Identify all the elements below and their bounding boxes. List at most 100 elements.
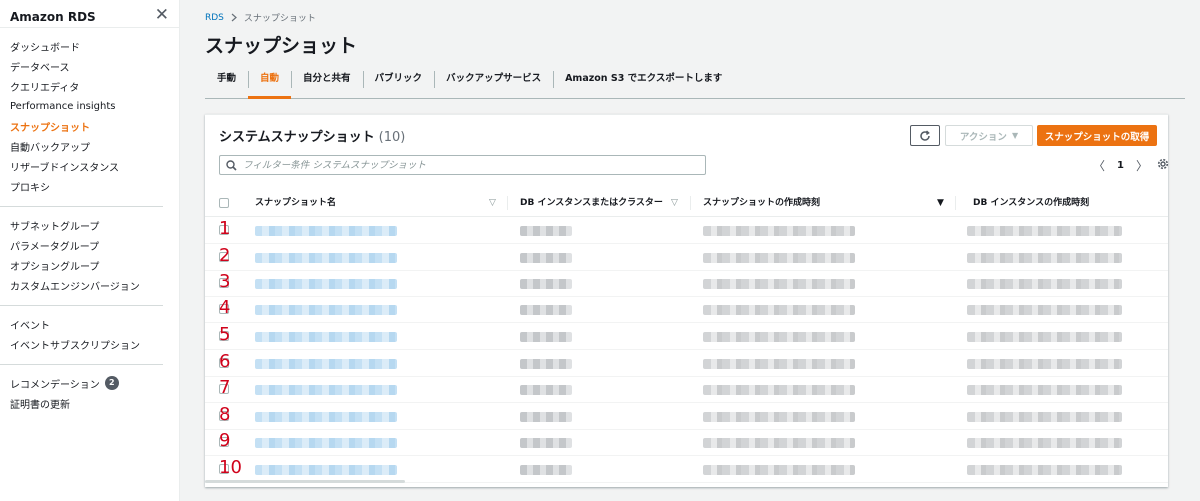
- db-created-cell: [967, 305, 1122, 315]
- sidebar-item-label: スナップショット: [10, 122, 90, 134]
- sidebar-item[interactable]: Performance insights: [0, 96, 163, 116]
- sidebar-item-label: ダッシュボード: [10, 42, 80, 54]
- tab[interactable]: 手動: [205, 65, 248, 98]
- sidebar-item-label: 自動バックアップ: [10, 142, 90, 154]
- sidebar-item-label: パラメータグループ: [10, 241, 100, 253]
- snapshot-name-link[interactable]: [255, 279, 397, 289]
- sidebar-item-label: 証明書の更新: [10, 399, 70, 411]
- sort-icon[interactable]: ▽: [671, 189, 678, 217]
- row-number-annotation: 4: [219, 297, 231, 318]
- sidebar-item-label: イベント: [10, 320, 50, 332]
- column-divider: [690, 196, 691, 210]
- take-snapshot-button[interactable]: スナップショットの取得: [1037, 125, 1157, 146]
- sidebar-item-label: データベース: [10, 62, 70, 74]
- tab-bar: 手動 自動 自分と共有 パブリック バックアップサービス Amazon S3 でエクスポー…: [205, 65, 1185, 99]
- column-db-created[interactable]: DB インスタンスの作成時刻: [973, 189, 1089, 217]
- sidebar-item[interactable]: リザーブドインスタンス: [0, 156, 163, 176]
- snapshot-name-link[interactable]: [255, 226, 397, 236]
- column-snapshot-name[interactable]: スナップショット名: [255, 189, 336, 217]
- table-row[interactable]: 9: [205, 429, 1168, 456]
- snapshot-name-link[interactable]: [255, 438, 397, 448]
- tab[interactable]: 自動: [248, 65, 292, 99]
- row-number-annotation: 10: [219, 457, 242, 478]
- table-row[interactable]: 7: [205, 376, 1168, 403]
- db-instance-cell: [520, 305, 572, 315]
- close-icon[interactable]: ✕: [155, 6, 169, 24]
- sidebar-item[interactable]: クエリエディタ: [0, 76, 163, 96]
- sidebar-item[interactable]: オプショングループ: [0, 255, 163, 275]
- chevron-right-icon: [231, 13, 237, 22]
- filter-input[interactable]: [243, 159, 683, 171]
- sidebar-item-label: クエリエディタ: [10, 82, 80, 94]
- column-snapshot-created[interactable]: スナップショットの作成時刻: [703, 189, 820, 217]
- db-instance-cell: [520, 385, 572, 395]
- tab[interactable]: パブリック: [362, 65, 435, 98]
- sidebar-item[interactable]: データベース: [0, 56, 163, 76]
- horizontal-scrollbar[interactable]: [205, 480, 405, 483]
- db-instance-cell: [520, 279, 572, 289]
- db-created-cell: [967, 279, 1122, 289]
- breadcrumb: RDS スナップショット: [205, 11, 316, 25]
- sidebar-item[interactable]: スナップショット: [0, 116, 163, 136]
- snapshot-created-cell: [703, 253, 855, 263]
- table-row[interactable]: 5: [205, 323, 1168, 350]
- sidebar-item[interactable]: プロキシ: [0, 176, 163, 196]
- current-page[interactable]: 1: [1117, 160, 1124, 171]
- row-number-annotation: 3: [219, 271, 231, 292]
- refresh-icon: [920, 129, 930, 141]
- snapshot-name-link[interactable]: [255, 332, 397, 342]
- tab[interactable]: バックアップサービス: [434, 65, 553, 98]
- actions-dropdown-button[interactable]: アクション ▼: [945, 125, 1033, 146]
- sort-desc-icon[interactable]: ▼: [937, 189, 944, 217]
- gear-icon[interactable]: [1157, 158, 1169, 170]
- table-row[interactable]: 2: [205, 244, 1168, 271]
- prev-page-icon[interactable]: 〈: [1093, 157, 1105, 174]
- column-divider: [507, 196, 508, 210]
- table-row[interactable]: 1: [205, 217, 1168, 244]
- column-db-instance[interactable]: DB インスタンスまたはクラスター: [520, 189, 663, 217]
- row-number-annotation: 9: [219, 430, 231, 451]
- sidebar-item-label: オプショングループ: [10, 261, 100, 273]
- actions-label: アクション: [959, 131, 1007, 143]
- snapshot-created-cell: [703, 412, 855, 422]
- sidebar-item[interactable]: レコメンデーション 2: [0, 373, 163, 393]
- snapshot-name-link[interactable]: [255, 385, 397, 395]
- table-row[interactable]: 6: [205, 350, 1168, 377]
- snapshot-name-link[interactable]: [255, 412, 397, 422]
- db-created-cell: [967, 412, 1122, 422]
- table-row[interactable]: 3: [205, 270, 1168, 297]
- breadcrumb-rds-link[interactable]: RDS: [205, 13, 224, 23]
- db-instance-cell: [520, 226, 572, 236]
- db-created-cell: [967, 465, 1122, 475]
- snapshot-name-link[interactable]: [255, 465, 397, 475]
- snapshot-name-link[interactable]: [255, 359, 397, 369]
- sidebar: Amazon RDS ✕ ダッシュボード データベース クエリエディタ Perform…: [0, 0, 180, 501]
- tab[interactable]: 自分と共有: [291, 65, 363, 98]
- sidebar-item[interactable]: イベント: [0, 314, 163, 334]
- db-instance-cell: [520, 412, 572, 422]
- sidebar-item[interactable]: カスタムエンジンバージョン: [0, 275, 163, 295]
- sidebar-item[interactable]: ダッシュボード: [0, 36, 163, 56]
- next-page-icon[interactable]: 〉: [1136, 157, 1148, 174]
- filter-box: [219, 155, 706, 175]
- table-row[interactable]: 10: [205, 456, 1168, 483]
- sidebar-item[interactable]: イベントサブスクリプション: [0, 334, 163, 354]
- table-row[interactable]: 8: [205, 403, 1168, 430]
- sidebar-item-label: Performance insights: [10, 100, 116, 112]
- sort-icon[interactable]: ▽: [489, 189, 496, 217]
- select-all-checkbox[interactable]: [219, 198, 229, 208]
- page-title: スナップショット: [205, 35, 358, 57]
- sidebar-item[interactable]: サブネットグループ: [0, 215, 163, 235]
- sidebar-item[interactable]: 自動バックアップ: [0, 136, 163, 156]
- db-created-cell: [967, 332, 1122, 342]
- table-row[interactable]: 4: [205, 296, 1168, 323]
- sidebar-item[interactable]: パラメータグループ: [0, 235, 163, 255]
- refresh-button[interactable]: [910, 125, 940, 146]
- tab[interactable]: Amazon S3 でエクスポートします: [553, 65, 734, 98]
- row-number-annotation: 1: [219, 218, 231, 239]
- sidebar-item-label: リザーブドインスタンス: [10, 162, 119, 174]
- snapshot-name-link[interactable]: [255, 305, 397, 315]
- snapshot-name-link[interactable]: [255, 253, 397, 263]
- sidebar-item[interactable]: 証明書の更新: [0, 393, 163, 413]
- db-created-cell: [967, 253, 1122, 263]
